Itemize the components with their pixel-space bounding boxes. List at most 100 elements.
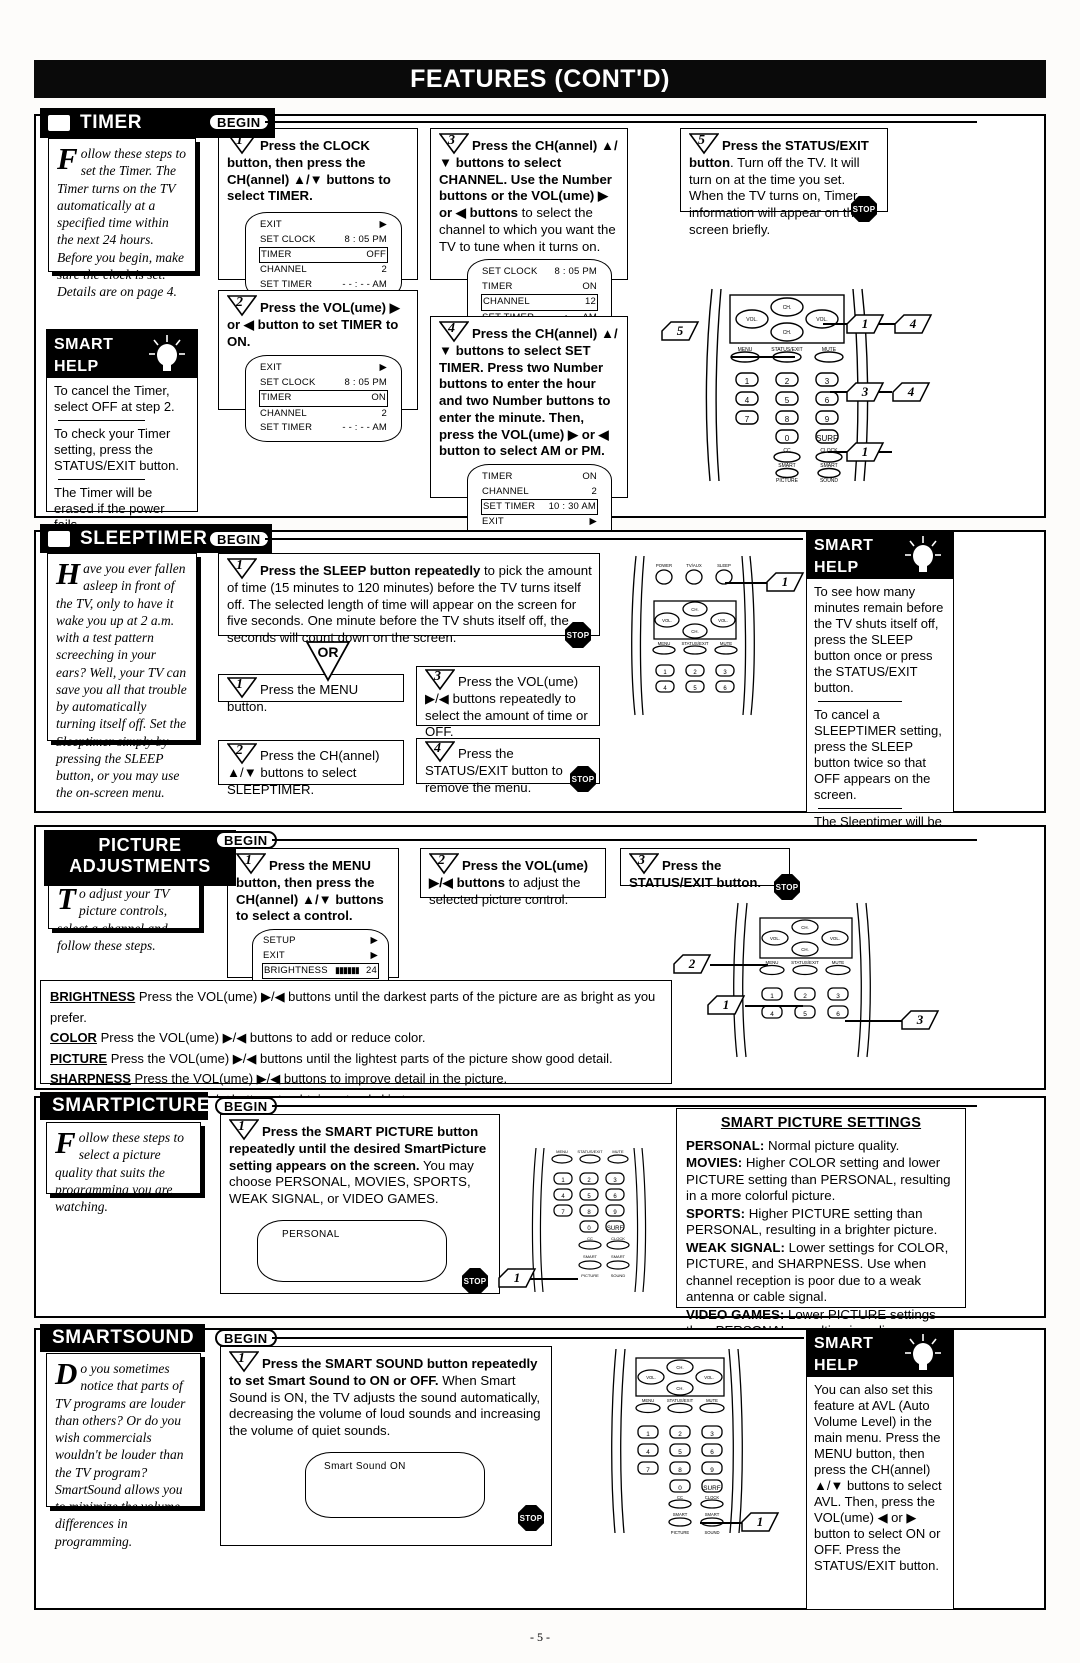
svg-text:VOL.: VOL.: [746, 317, 757, 323]
step-number-badge: 2: [227, 743, 257, 765]
svg-text:8: 8: [785, 415, 790, 424]
svg-text:3: 3: [723, 670, 727, 676]
smart-picture-settings-panel: SMART PICTURE SETTINGS PERSONAL: Normal …: [676, 1108, 966, 1355]
callout-4b-timer: 4: [891, 381, 931, 403]
dropcap: F: [55, 1125, 76, 1160]
tv-icon: [46, 113, 72, 133]
remote-control-diagram-sleeptimer: POWER TV/AUX SLEEP CH. CH. VOL. VOL. MENU STA…: [631, 555, 755, 716]
tab-label: SMARTPICTURE: [52, 1095, 211, 1116]
svg-text:SMART: SMART: [778, 463, 795, 469]
timer-intro-text: Follow these steps to set the Timer. The…: [48, 138, 196, 299]
svg-text:8: 8: [587, 1210, 591, 1216]
remote-control-diagram-picture: CH.CH. VOL. VOL. MENU STATUS/EXIT MUTE 123 …: [733, 902, 871, 1058]
page-title: FEATURES (CONT'D): [410, 64, 670, 93]
step-number-badge: 1: [227, 677, 257, 699]
sleeptimer-smart-help: SMART HELP To see how many minutes remai…: [806, 530, 954, 861]
svg-text:6: 6: [613, 1194, 617, 1200]
setting-row: PERSONAL: Normal picture quality.: [686, 1137, 900, 1153]
stop-sign: STOP: [462, 1268, 488, 1294]
divider: [818, 807, 903, 809]
svg-text:STATUS/EXIT: STATUS/EXIT: [681, 641, 708, 646]
stop-sign: STOP: [851, 196, 877, 222]
picture-control-descriptions: BRIGHTNESS Press the VOL(ume) ▶/◀ button…: [40, 980, 672, 1107]
picture-step-2: 2 Press the VOL(ume) ▶/◀ buttons to adju…: [420, 848, 606, 907]
smartsound-intro-text: Do you sometimes notice that parts of TV…: [46, 1353, 201, 1549]
section-tab-smartsound: SMARTSOUND: [40, 1324, 205, 1352]
svg-text:1: 1: [745, 377, 750, 386]
svg-text:2: 2: [785, 377, 790, 386]
svg-text:MUTE: MUTE: [706, 1398, 718, 1403]
callout-1b-timer: 1: [845, 441, 885, 463]
svg-text:0: 0: [785, 434, 790, 443]
svg-text:MUTE: MUTE: [612, 1149, 624, 1154]
smart-help-body: To cancel the Timer, select OFF at step …: [47, 378, 197, 541]
osd-row-highlighted: TIMER ON: [259, 390, 388, 407]
svg-text:CC: CC: [677, 1495, 683, 1500]
osd-row: SET CLOCK8 : 05 PM: [260, 376, 387, 388]
lightbulb-icon: [901, 533, 945, 582]
begin-pill-smartpicture: BEGIN: [215, 1097, 277, 1115]
svg-text:5: 5: [785, 396, 790, 405]
stop-sign: STOP: [774, 874, 800, 900]
svg-text:SMART: SMART: [705, 1512, 720, 1517]
svg-text:CH.: CH.: [676, 1386, 683, 1391]
osd-row-highlighted: CHANNEL 12: [481, 294, 598, 311]
svg-text:1: 1: [561, 1178, 565, 1184]
svg-text:SMART: SMART: [673, 1512, 688, 1517]
step-number-badge: 4: [425, 741, 455, 763]
svg-text:6: 6: [836, 1011, 840, 1018]
smart-help-body: You can also set this feature at AVL (Au…: [807, 1377, 953, 1582]
svg-text:1: 1: [663, 670, 667, 676]
svg-text:PICTURE: PICTURE: [776, 478, 799, 484]
svg-text:STATUS/EXIT: STATUS/EXIT: [771, 347, 802, 353]
svg-text:9: 9: [825, 415, 830, 424]
step-number-badge: 1: [229, 1351, 259, 1373]
stop-sign: STOP: [518, 1505, 544, 1531]
svg-text:VOL.: VOL.: [770, 936, 780, 941]
svg-text:CLOCK: CLOCK: [611, 1236, 625, 1241]
smart-help-tip: You can also set this feature at AVL (Au…: [814, 1382, 942, 1573]
screen-label: PERSONAL: [282, 1228, 340, 1240]
osd-row: EXIT▶: [482, 516, 597, 528]
begin-rule-timer: [265, 121, 977, 123]
sleeptimer-step-3: 3 Press the VOL(ume) ▶/◀ buttons repeate…: [416, 666, 600, 739]
osd-row: EXIT▶: [263, 949, 378, 961]
svg-text:MUTE: MUTE: [832, 960, 845, 965]
svg-text:TV/AUX: TV/AUX: [686, 563, 702, 568]
step-number-badge: 3: [629, 853, 659, 875]
svg-text:0: 0: [678, 1485, 682, 1492]
timer-step-4: 4 Press the CH(annel) ▲/▼ buttons to sel…: [430, 316, 628, 552]
control-row: SHARPNESS Press the VOL(ume) ▶/◀ buttons…: [50, 1071, 508, 1087]
osd-row-highlighted: SET TIMER 10 : 30 AM: [481, 499, 598, 516]
osd-row: EXIT▶: [260, 219, 387, 231]
manual-page: FEATURES (CONT'D) TIMER Follow these ste…: [0, 0, 1080, 1663]
picture-step-1: 1 Press the MENU button, then press the …: [227, 848, 399, 1014]
svg-text:CH.: CH.: [801, 925, 809, 930]
svg-text:2: 2: [678, 1431, 682, 1438]
step-number-badge: 5: [689, 133, 719, 155]
tab-label-line2: ADJUSTMENTS: [69, 855, 211, 876]
tab-label: SMARTSOUND: [52, 1327, 195, 1348]
control-row: PICTURE Press the VOL(ume) ▶/◀ buttons u…: [50, 1050, 613, 1066]
begin-pill-timer: BEGIN: [208, 113, 270, 131]
lightbulb-icon: [901, 1331, 945, 1380]
svg-text:SMART: SMART: [611, 1254, 625, 1259]
svg-text:SURF: SURF: [703, 1485, 720, 1492]
callout-1-sleeptimer: 1: [765, 571, 805, 593]
tab-label: SLEEPTIMER: [80, 527, 208, 549]
page-number: - 5 -: [530, 1630, 550, 1644]
svg-text:4: 4: [663, 686, 667, 692]
svg-text:VOL.: VOL.: [718, 618, 728, 623]
page-header-banner: FEATURES (CONT'D): [34, 60, 1046, 98]
step-number-badge: 2: [429, 853, 459, 875]
svg-text:7: 7: [646, 1467, 650, 1474]
svg-text:POWER: POWER: [656, 563, 672, 568]
osd-row: SET CLOCK8 : 05 PM: [260, 233, 387, 245]
svg-text:SMART: SMART: [583, 1254, 597, 1259]
control-row: BRIGHTNESS Press the VOL(ume) ▶/◀ button…: [50, 989, 656, 1025]
smartpicture-step-1: 1 Press the SMART PICTURE button repeate…: [220, 1114, 500, 1294]
remote-control-diagram-smartsound: CH. CH. VOL. VOL. MENU STATUS/EXIT MUTE CC CL…: [611, 1348, 743, 1535]
svg-text:6: 6: [825, 396, 830, 405]
svg-text:CH.: CH.: [676, 1365, 683, 1370]
dropcap: H: [56, 556, 81, 591]
